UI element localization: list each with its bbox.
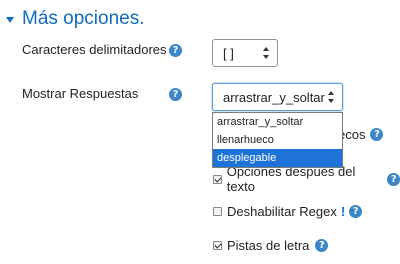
delimiters-select-value: [ ] (223, 45, 234, 61)
dropdown-option[interactable]: arrastrar_y_soltar (213, 113, 342, 131)
disable-regex-label: Deshabilitar Regex (227, 204, 337, 219)
letter-hints-row[interactable]: Pistas de letra ? (213, 238, 329, 253)
section-title: Más opciones. (22, 8, 145, 29)
dropdown-option-selected[interactable]: desplegable (213, 149, 342, 167)
help-icon[interactable]: ? (169, 44, 182, 57)
delimiters-label: Caracteres delimitadores (22, 42, 167, 57)
help-icon[interactable]: ? (387, 172, 400, 186)
show-answers-select-value: arrastrar_y_soltar (223, 89, 325, 105)
help-icon[interactable]: ? (349, 205, 363, 218)
help-icon[interactable]: ? (169, 88, 182, 101)
show-answers-dropdown[interactable]: arrastrar_y_soltar llenarhueco desplegab… (212, 112, 343, 168)
options-after-text-label: Opciones después del texto (226, 164, 356, 194)
options-after-text-checkbox[interactable] (213, 174, 222, 184)
chevron-updown-icon (263, 47, 269, 59)
caret-down-icon (6, 17, 14, 23)
options-after-text-row[interactable]: Opciones después del texto ? (213, 164, 400, 194)
help-icon[interactable]: ? (315, 239, 329, 252)
chevron-updown-icon (328, 91, 334, 103)
section-header[interactable]: Más opciones. (6, 8, 145, 30)
show-answers-select[interactable]: arrastrar_y_soltar (212, 83, 343, 111)
warning-icon: ! (340, 204, 346, 219)
show-answers-label: Mostrar Respuestas (22, 86, 139, 101)
disable-regex-row[interactable]: Deshabilitar Regex ! ? (213, 204, 363, 219)
partial-checkbox-row[interactable]: ecos ? (338, 127, 384, 142)
disable-regex-checkbox[interactable] (213, 207, 222, 216)
delimiters-select[interactable]: [ ] (212, 39, 278, 67)
dropdown-option[interactable]: llenarhueco (213, 131, 342, 149)
letter-hints-label: Pistas de letra (227, 238, 310, 253)
letter-hints-checkbox[interactable] (213, 241, 222, 250)
help-icon[interactable]: ? (370, 128, 384, 141)
